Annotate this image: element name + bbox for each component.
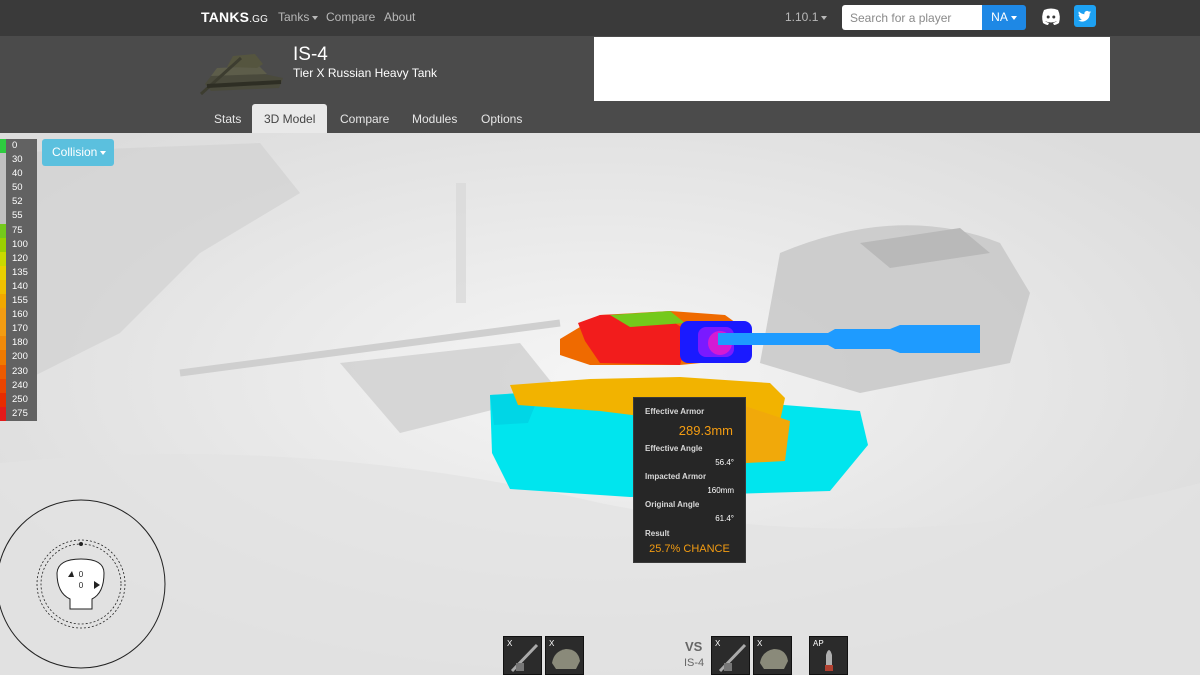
chevron-down-icon [312, 15, 319, 20]
legend-row: 52 [0, 195, 37, 210]
legend-row: 135 [0, 265, 37, 280]
vs-label: VS [685, 639, 703, 654]
effective-armor-label: Effective Armor [645, 407, 705, 416]
vs-tank-name: IS-4 [684, 657, 705, 669]
legend-row: 30 [0, 153, 37, 168]
chevron-down-icon [821, 15, 828, 20]
3d-model-viewport[interactable] [0, 133, 1200, 675]
region-dropdown[interactable]: NA [982, 5, 1026, 30]
minimap-value-top: 0 [79, 570, 84, 579]
legend-row: 0 [0, 139, 37, 154]
tab-stats[interactable]: Stats [202, 104, 253, 133]
tab-3d-model[interactable]: 3D Model [252, 104, 328, 133]
armor-thickness-legend: 0 30 40 50 52 55 75 100 120 135 140 155 … [0, 139, 37, 422]
nav-tanks-dropdown[interactable]: Tanks [278, 10, 319, 24]
ammo-slot[interactable]: AP [809, 636, 848, 675]
target-gun-slot[interactable]: X [711, 636, 750, 675]
legend-row: 240 [0, 378, 37, 393]
legend-row: 180 [0, 336, 37, 351]
legend-row: 140 [0, 279, 37, 295]
legend-row: 160 [0, 308, 37, 323]
tank-header: IS-4 Tier X Russian Heavy Tank Stats 3D … [0, 36, 1200, 133]
legend-row: 50 [0, 181, 37, 196]
impacted-armor-label: Impacted Armor [645, 472, 707, 481]
gun-slot[interactable]: X [503, 636, 542, 675]
chevron-down-icon [1010, 15, 1017, 20]
collision-mode-dropdown[interactable]: Collision [42, 139, 114, 166]
minimap-value-bottom: 0 [79, 581, 84, 590]
player-search-input[interactable] [842, 5, 983, 30]
top-navbar: TANKS.GG Tanks Compare About 1.10.1 NA [0, 0, 1200, 36]
tank-name-heading: IS-4 [293, 44, 328, 65]
ad-banner [594, 37, 1110, 101]
target-turret-slot[interactable]: X [753, 636, 792, 675]
slot-tier-tag: X [549, 639, 555, 648]
effective-armor-value: 289.3mm [678, 423, 733, 438]
tank-subtitle: Tier X Russian Heavy Tank [293, 66, 438, 80]
tab-modules[interactable]: Modules [400, 104, 469, 133]
slot-tier-tag: X [507, 639, 513, 648]
angle-minimap[interactable]: 0 0 [0, 497, 170, 675]
discord-icon[interactable] [1040, 6, 1062, 28]
tab-compare[interactable]: Compare [328, 104, 401, 133]
nav-about-link[interactable]: About [384, 10, 415, 24]
chevron-down-icon [100, 150, 107, 155]
result-label: Result [645, 529, 670, 538]
legend-row: 200 [0, 350, 37, 365]
impacted-armor-value: 160mm [707, 486, 734, 495]
twitter-icon[interactable] [1074, 5, 1096, 27]
result-value: 25.7% CHANCE [649, 543, 730, 555]
legend-row: 230 [0, 364, 37, 379]
nav-compare-link[interactable]: Compare [326, 10, 375, 24]
legend-row: 275 [0, 406, 37, 421]
original-angle-label: Original Angle [645, 500, 700, 509]
original-angle-value: 61.4° [715, 514, 734, 523]
version-dropdown[interactable]: 1.10.1 [785, 10, 828, 24]
legend-row: 40 [0, 167, 37, 182]
legend-row: 250 [0, 392, 37, 407]
armor-info-tooltip: Effective Armor 289.3mm Effective Angle … [633, 397, 746, 563]
legend-row: 155 [0, 294, 37, 309]
tab-options[interactable]: Options [469, 104, 534, 133]
effective-angle-label: Effective Angle [645, 444, 703, 453]
ammo-type-tag: AP [813, 639, 824, 648]
effective-angle-value: 56.4° [715, 458, 734, 467]
brand-logo[interactable]: TANKS.GG [201, 9, 268, 25]
legend-row: 75 [0, 223, 37, 238]
legend-row: 100 [0, 237, 37, 252]
turret-slot[interactable]: X [545, 636, 584, 675]
legend-row: 120 [0, 251, 37, 266]
legend-row: 170 [0, 322, 37, 337]
slot-tier-tag: X [757, 639, 763, 648]
slot-tier-tag: X [715, 639, 721, 648]
legend-row: 55 [0, 209, 37, 224]
tank-thumbnail-image [199, 54, 283, 96]
